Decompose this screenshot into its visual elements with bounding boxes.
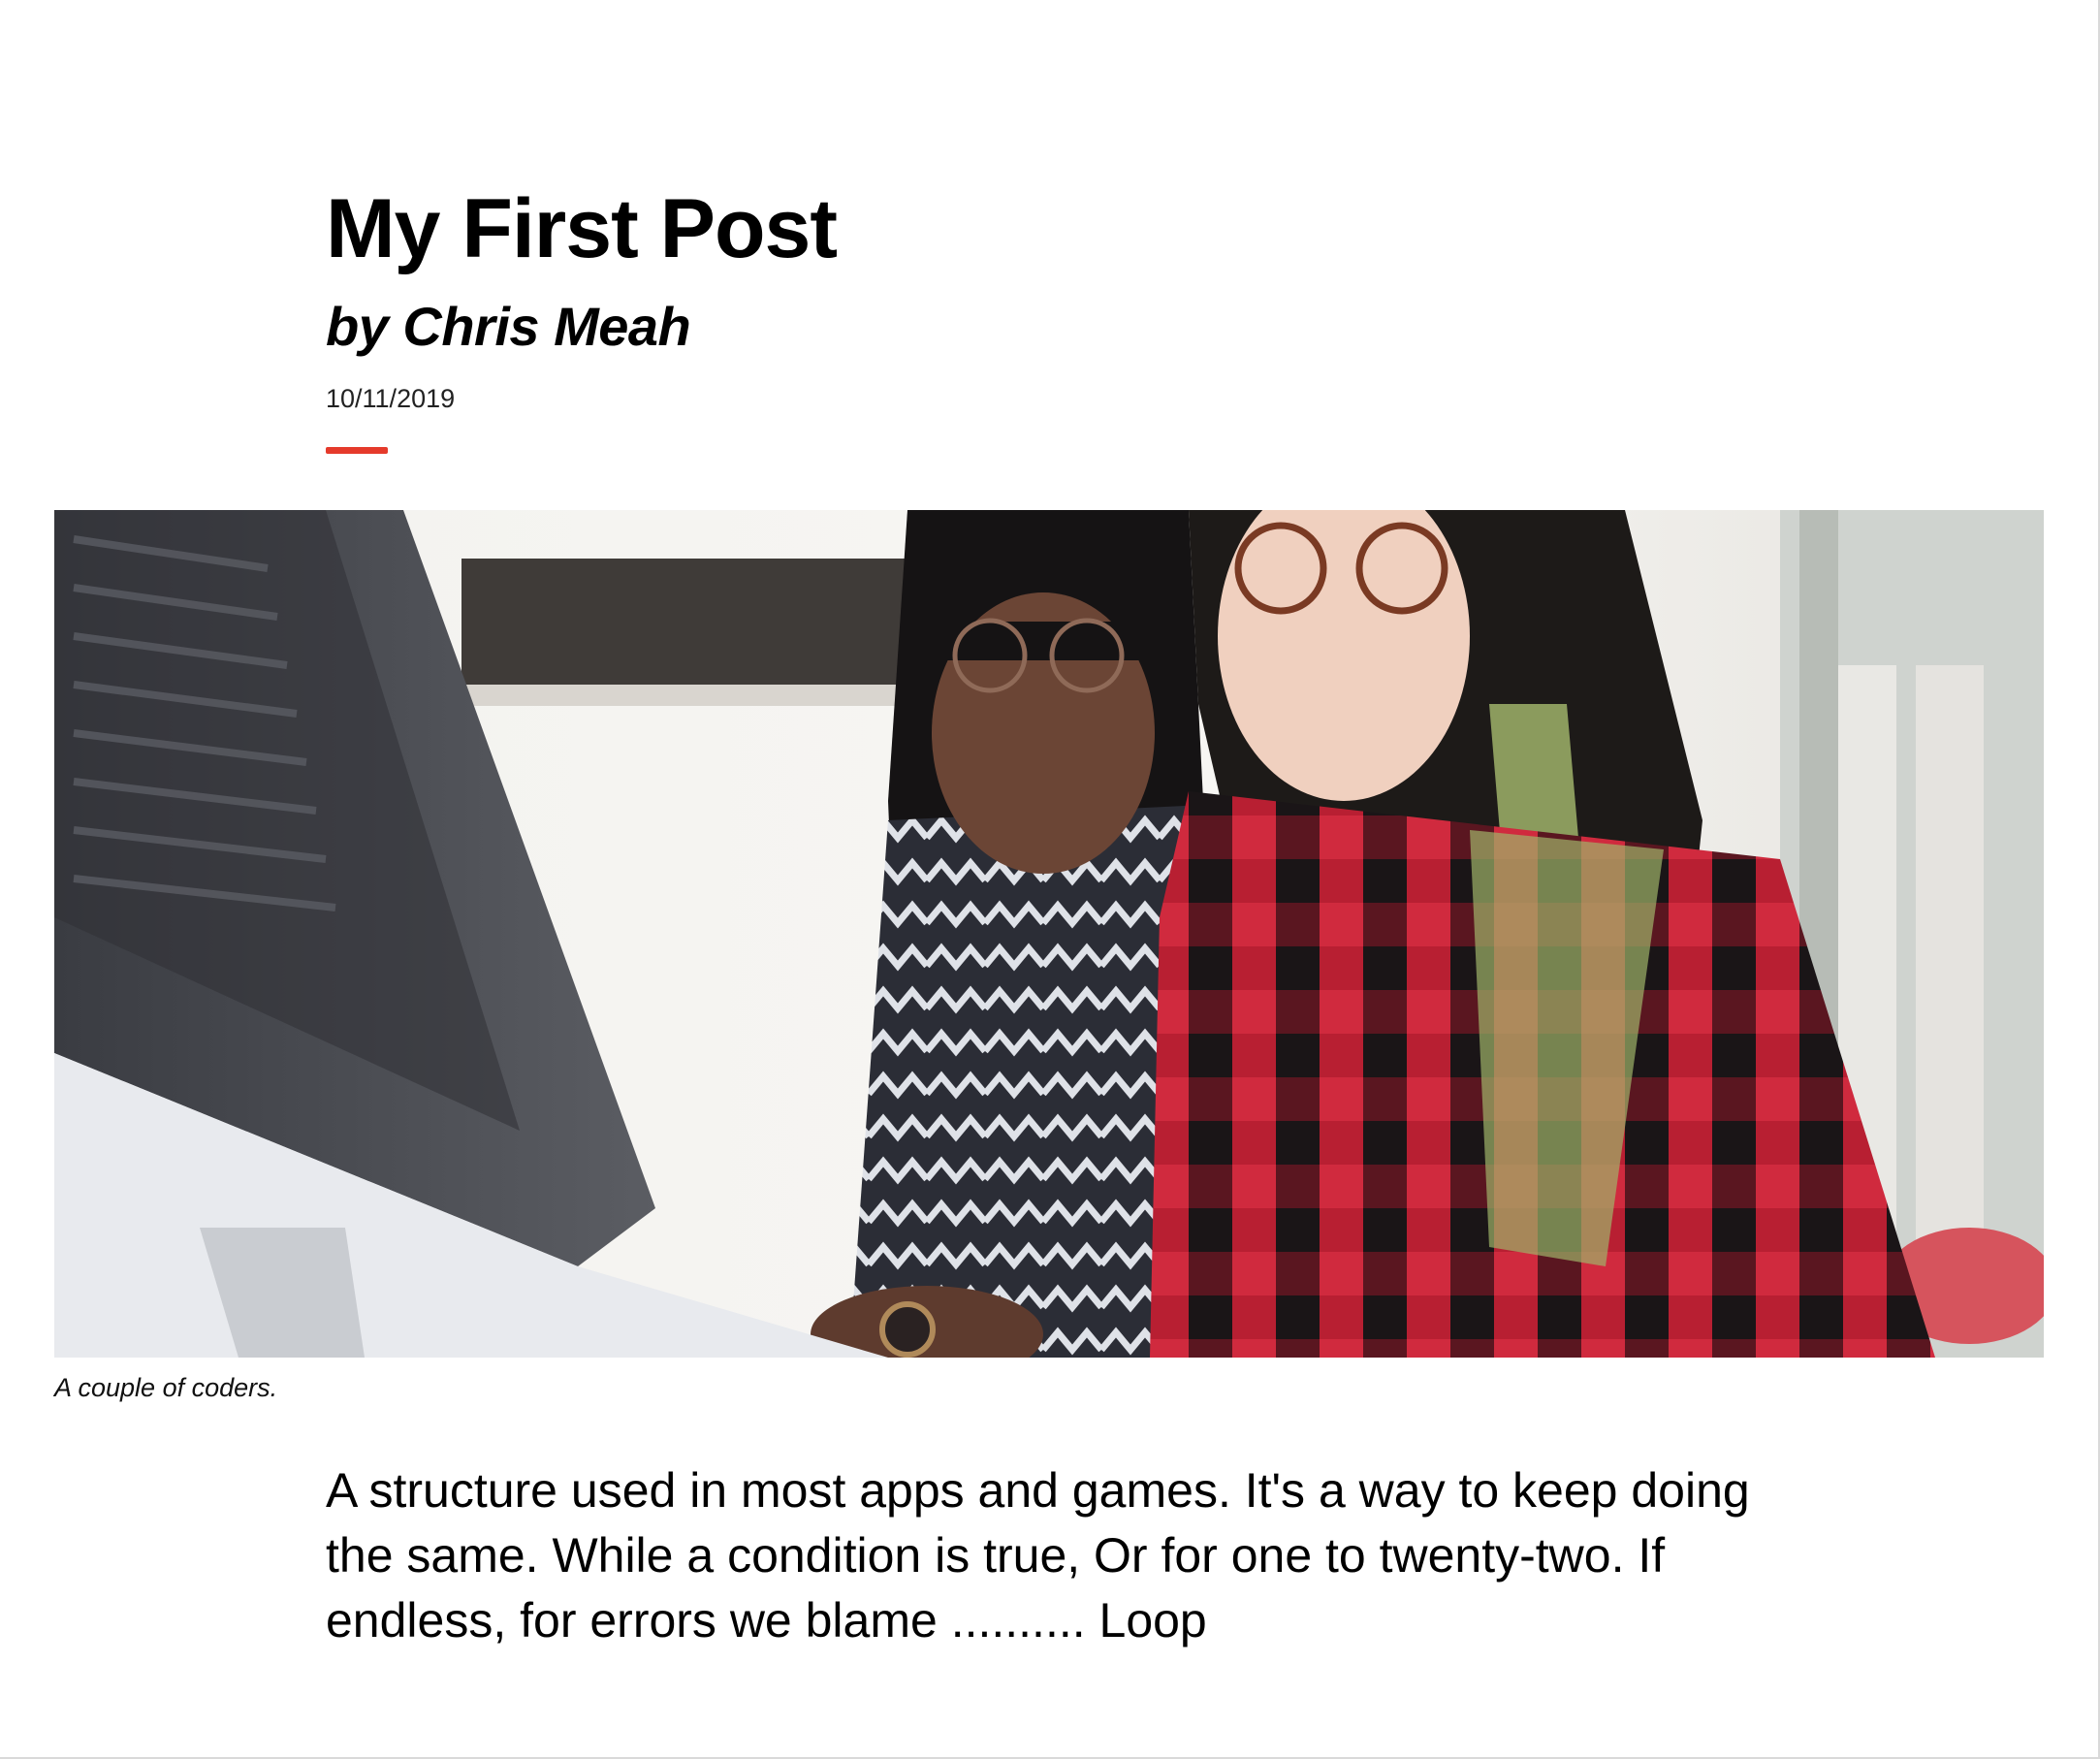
hero-image: [54, 510, 2044, 1358]
hero-photo-illustration: [54, 510, 2044, 1358]
post-figure: A couple of coders.: [54, 510, 2044, 1404]
post-header: My First Post by Chris Meah 10/11/2019: [326, 177, 1877, 454]
post-body: A structure used in most apps and games.…: [326, 1463, 1750, 1647]
image-caption: A couple of coders.: [54, 1373, 278, 1402]
post-date: 10/11/2019: [326, 384, 456, 413]
blog-post-page: My First Post by Chris Meah 10/11/2019 A…: [0, 0, 2100, 1759]
post-byline: by Chris Meah: [326, 296, 691, 357]
accent-divider: [326, 447, 388, 454]
post-title: My First Post: [326, 182, 838, 275]
